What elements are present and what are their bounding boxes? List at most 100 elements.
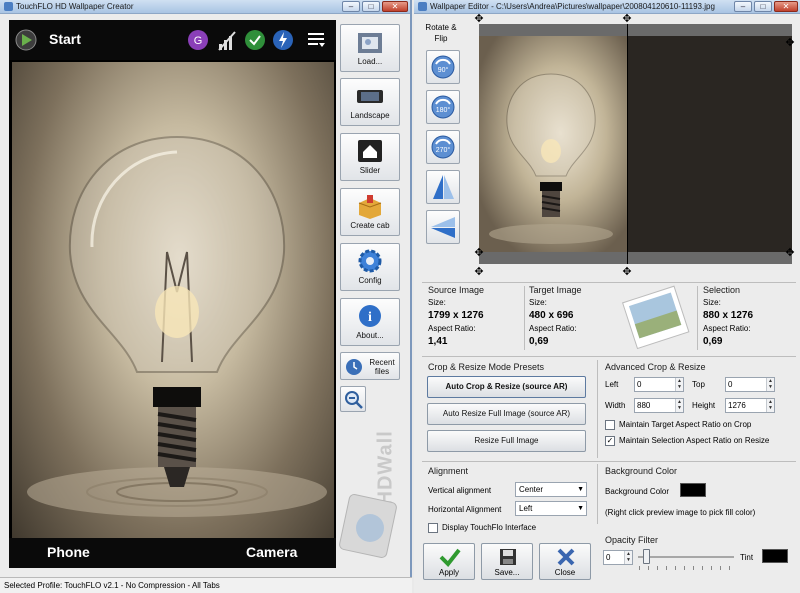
maintain-target-checkbox[interactable] [605, 420, 615, 430]
sync-icon [245, 30, 265, 50]
zoom-out-icon [345, 391, 363, 409]
hdwall-logo-icon [339, 494, 397, 558]
tint-label: Tint [740, 553, 754, 562]
wallpaper-creator-window: TouchFLO HD Wallpaper Creator – □ ✕ Star… [0, 0, 412, 593]
flip-vertical-button[interactable] [426, 210, 460, 244]
editor-app-icon [418, 2, 427, 11]
landscape-button[interactable]: Landscape [340, 78, 400, 126]
crop-preview[interactable] [479, 24, 792, 264]
app-icon [4, 2, 13, 11]
crop-handle-l[interactable]: ✥ [473, 248, 485, 259]
svg-text:i: i [368, 310, 372, 325]
height-spinner-arrows[interactable]: ▲ ▼ [766, 399, 774, 412]
selection-size-value: 880 x 1276 [703, 310, 754, 321]
create-cab-button[interactable]: Create cab [340, 188, 400, 236]
phone-bottom-bar: Phone Camera [9, 538, 336, 568]
recent-files-button[interactable]: Recent files [340, 352, 400, 380]
phone-top-bar: Start G [9, 20, 336, 60]
recent-files-label: Recent files [369, 358, 395, 376]
selection-size-label: Size: [703, 298, 721, 307]
rotate-270-button[interactable]: 270° [426, 130, 460, 164]
load-button[interactable]: Load... [340, 24, 400, 72]
start-label: Start [49, 31, 81, 47]
presets-advanced-divider [597, 360, 598, 458]
close-button[interactable]: Close [539, 543, 591, 580]
left-spinner[interactable]: 0 ▲ ▼ [634, 377, 684, 392]
left-spinner-arrows[interactable]: ▲ ▼ [675, 378, 683, 391]
clock-icon [346, 359, 362, 375]
vertical-alignment-select[interactable]: Center ▼ [515, 482, 587, 497]
presets-separator [422, 356, 796, 357]
crop-handle-b[interactable]: ✥ [784, 248, 796, 259]
editor-minimize-button[interactable]: – [734, 1, 752, 12]
flip-horizontal-button[interactable] [426, 170, 460, 204]
opacity-slider-thumb[interactable] [643, 549, 650, 564]
folder-photo-icon [358, 33, 382, 53]
rotate-180-text: 180° [436, 106, 451, 114]
advanced-title: Advanced Crop & Resize [605, 362, 706, 372]
minimize-button[interactable]: – [342, 1, 360, 12]
flip-horizontal-icon [433, 175, 454, 199]
maximize-button[interactable]: □ [362, 1, 380, 12]
close-window-button[interactable]: ✕ [382, 1, 408, 12]
display-touchflo-label: Display TouchFlo Interface [442, 523, 537, 532]
top-spinner-arrows[interactable]: ▲ ▼ [766, 378, 774, 391]
source-ar-label: Aspect Ratio: [428, 324, 476, 333]
rotate-180-button[interactable]: 180° [426, 90, 460, 124]
maintain-selection-checkbox[interactable]: ✓ [605, 436, 615, 446]
height-spinner[interactable]: 1276 ▲ ▼ [725, 398, 775, 413]
apply-button[interactable]: Apply [423, 543, 475, 580]
preview-bottom-band [479, 252, 792, 264]
spacer [339, 470, 349, 480]
crop-handle-tl[interactable]: ✥ [473, 14, 485, 25]
crop-handle-tr[interactable]: ✥ [621, 14, 633, 25]
check-icon [439, 548, 461, 567]
maintain-target-label: Maintain Target Aspect Ratio on Crop [619, 420, 752, 429]
source-image-title: Source Image [428, 285, 485, 295]
source-ar-value: 1,41 [428, 336, 448, 347]
config-button[interactable]: Config [340, 243, 400, 291]
width-spinner[interactable]: 880 ▲ ▼ [634, 398, 684, 413]
phone-preview: Start G Phone Camera [9, 20, 336, 568]
alignment-separator [422, 461, 796, 462]
preview-top-band [479, 24, 792, 36]
editor-maximize-button[interactable]: □ [754, 1, 772, 12]
auto-resize-full-button[interactable]: Auto Resize Full Image (source AR) [427, 403, 586, 425]
selection-area [479, 36, 627, 252]
editor-close-window-button[interactable]: ✕ [774, 1, 798, 12]
save-button[interactable]: Save... [481, 543, 533, 580]
width-spinner-arrows[interactable]: ▲ ▼ [675, 399, 683, 412]
crop-handle-bl[interactable]: ✥ [473, 267, 485, 278]
slider-button[interactable]: Slider [340, 133, 400, 181]
vertical-dropdown-icon: ▼ [577, 486, 584, 493]
notification-icon: G [188, 30, 208, 50]
tint-color-swatch[interactable] [762, 549, 788, 563]
zoom-button[interactable] [340, 386, 366, 412]
home-icon [358, 140, 382, 162]
signal-icon [218, 31, 236, 51]
selection-edge [627, 24, 628, 264]
rotate-90-button[interactable]: 90° [426, 50, 460, 84]
top-spinner[interactable]: 0 ▲ ▼ [725, 377, 775, 392]
slider-label: Slider [359, 166, 381, 175]
resize-full-image-button[interactable]: Resize Full Image [427, 430, 586, 452]
right-titlebar: Wallpaper Editor - C:\Users\Andrea\Pictu… [414, 0, 800, 14]
selection-title: Selection [703, 285, 741, 295]
opacity-spinner[interactable]: 0 ▲ ▼ [603, 550, 633, 565]
save-label: Save... [494, 568, 520, 577]
background-color-swatch[interactable] [680, 483, 706, 497]
left-window-title: TouchFLO HD Wallpaper Creator [16, 2, 134, 11]
display-touchflo-checkbox[interactable] [428, 523, 438, 533]
about-button[interactable]: i About... [340, 298, 400, 346]
opacity-slider-track[interactable] [638, 556, 734, 558]
crop-handle-br[interactable]: ✥ [621, 267, 633, 278]
preview-lightbulb [489, 73, 613, 244]
opacity-title: Opacity Filter [605, 535, 659, 545]
right-window-title: Wallpaper Editor - C:\Users\Andrea\Pictu… [430, 2, 715, 11]
opacity-spinner-arrows[interactable]: ▲ ▼ [624, 551, 632, 564]
auto-crop-resize-button[interactable]: Auto Crop & Resize (source AR) [427, 376, 586, 398]
horizontal-alignment-select[interactable]: Left ▼ [515, 501, 587, 516]
opacity-value: 0 [606, 553, 611, 562]
crop-handle-r[interactable]: ✥ [784, 38, 796, 49]
info-divider-1 [524, 286, 525, 350]
